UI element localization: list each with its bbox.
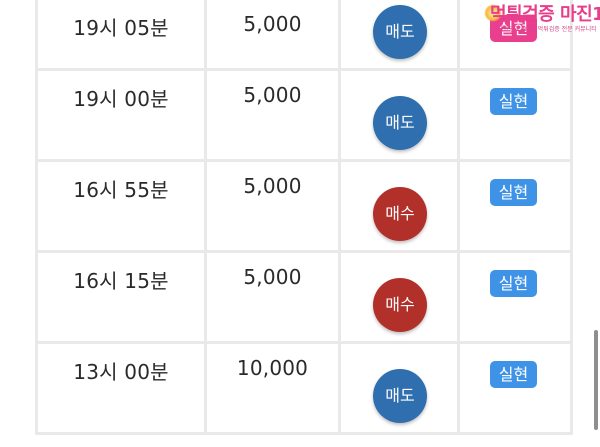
side-cell: 매도 — [341, 71, 460, 159]
trade-time: 16시 15분 — [73, 269, 169, 293]
status-badge: 실현 — [490, 270, 537, 297]
amount-cell: 5,000 — [207, 0, 341, 68]
trade-time: 13시 00분 — [73, 360, 169, 384]
buy-badge[interactable]: 매수 — [373, 278, 427, 332]
status-cell: 실현 — [460, 253, 567, 341]
table-row[interactable]: 16시 15분 5,000 매수 실현 — [38, 253, 570, 344]
amount-cell: 5,000 — [207, 162, 341, 250]
time-cell: 16시 15분 — [38, 253, 207, 341]
table-row[interactable]: 16시 55분 5,000 매수 실현 — [38, 162, 570, 253]
side-cell: 매도 — [341, 0, 460, 68]
status-cell: 실현 — [460, 162, 567, 250]
trade-amount: 5,000 — [243, 265, 302, 289]
amount-cell: 5,000 — [207, 71, 341, 159]
time-cell: 16시 55분 — [38, 162, 207, 250]
sell-badge[interactable]: 매도 — [373, 96, 427, 150]
table-row[interactable]: 19시 00분 5,000 매도 실현 — [38, 71, 570, 162]
side-cell: 매수 — [341, 253, 460, 341]
side-cell: 매수 — [341, 162, 460, 250]
status-cell: 실현 — [460, 71, 567, 159]
trade-amount: 10,000 — [236, 356, 309, 380]
amount-cell: 5,000 — [207, 253, 341, 341]
logo-text: 먹튀검증 마진119 — [490, 4, 600, 25]
sell-badge[interactable]: 매도 — [373, 5, 427, 59]
trade-time: 19시 05분 — [73, 16, 169, 40]
trade-amount: 5,000 — [243, 83, 302, 107]
trade-history-screen: 19시 05분 5,000 매도 실현 19시 00분 5,000 매도 실현 … — [0, 0, 600, 447]
table-row[interactable]: 13시 00분 10,000 매도 실현 — [38, 344, 570, 435]
amount-cell: 10,000 — [207, 344, 341, 432]
status-badge: 실현 — [490, 361, 537, 388]
scrollbar[interactable] — [594, 330, 598, 430]
time-cell: 13시 00분 — [38, 344, 207, 432]
status-cell: 실현 — [460, 344, 567, 432]
buy-badge[interactable]: 매수 — [373, 187, 427, 241]
logo-subtitle: 대한민국 No.1 먹튀검증 전문 커뮤니티 — [498, 26, 597, 33]
status-badge: 실현 — [490, 179, 537, 206]
time-cell: 19시 00분 — [38, 71, 207, 159]
trade-time: 16시 55분 — [73, 178, 169, 202]
side-cell: 매도 — [341, 344, 460, 432]
trade-history-table: 19시 05분 5,000 매도 실현 19시 00분 5,000 매도 실현 … — [35, 0, 573, 435]
sell-badge[interactable]: 매도 — [373, 369, 427, 423]
watermark-logo: 먹튀검증 마진119 대한민국 No.1 먹튀검증 전문 커뮤니티 — [484, 2, 600, 38]
trade-amount: 5,000 — [243, 12, 302, 36]
status-badge: 실현 — [490, 88, 537, 115]
trade-amount: 5,000 — [243, 174, 302, 198]
trade-time: 19시 00분 — [73, 87, 169, 111]
time-cell: 19시 05분 — [38, 0, 207, 68]
